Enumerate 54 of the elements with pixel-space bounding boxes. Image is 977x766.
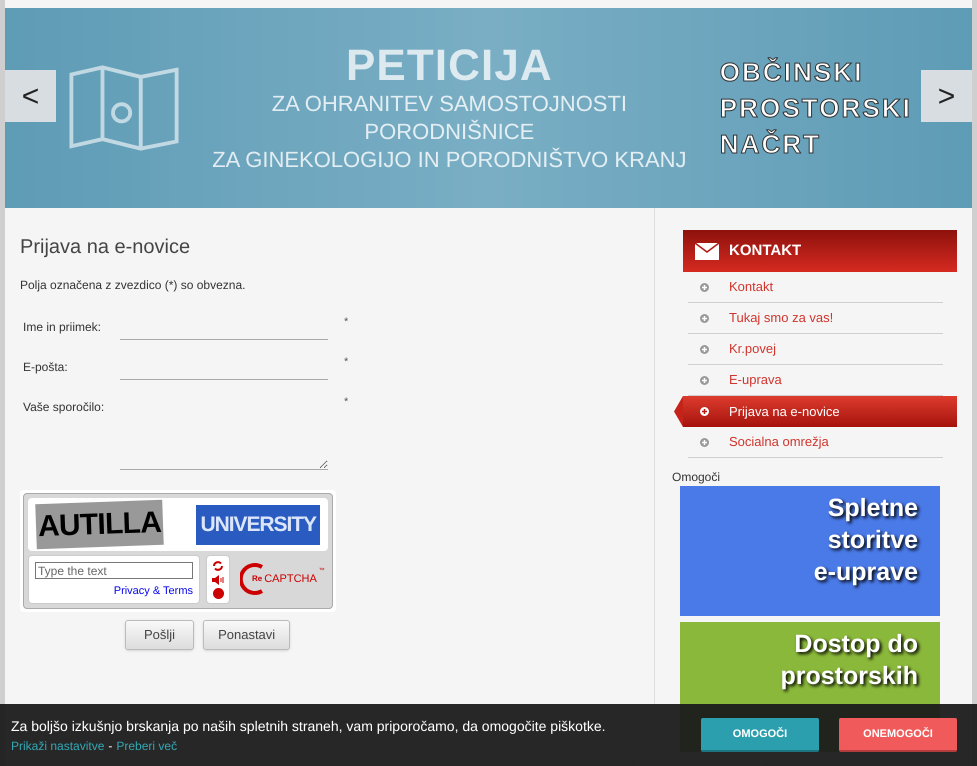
previous-slide-button[interactable]: < [5, 70, 56, 122]
section-title: KONTAKT [729, 240, 802, 261]
promo-text: storitve [828, 525, 918, 556]
menu-item[interactable]: Socialna omrežja [688, 427, 943, 458]
plus-icon [700, 344, 709, 354]
plus-icon [700, 438, 709, 446]
banner-text: ZA GINEKOLOGIJO IN PORODNIŠTVO KRANJ [212, 146, 687, 174]
plus-icon [700, 282, 709, 292]
link-separator: - [108, 738, 112, 754]
required-mark: * [344, 395, 348, 410]
form-button[interactable]: Pošlji [125, 620, 194, 650]
speaker-icon[interactable] [212, 574, 224, 585]
menu-item[interactable]: Kontakt [688, 272, 943, 303]
logo-prefix: Re [252, 573, 262, 586]
form-button[interactable]: Ponastavi [203, 620, 290, 650]
accept-button[interactable]: OMOGOČI [701, 718, 819, 752]
promo-caption: Omogoči [672, 469, 722, 486]
menu-item[interactable]: Tukaj smo za vas! [688, 303, 943, 334]
logo-text: CAPTCHA [264, 572, 317, 587]
banner-headline: NAČRT [720, 129, 822, 159]
read-more-link[interactable]: Preberi več [116, 736, 178, 754]
envelope-icon [695, 242, 719, 260]
promo-text: e-uprave [814, 557, 918, 588]
required-mark: * [344, 355, 348, 370]
banner-text: ZA OHRANITEV SAMOSTOJNOSTI [272, 90, 628, 118]
plus-icon [700, 407, 709, 416]
refresh-icon[interactable] [212, 560, 224, 572]
captcha-input[interactable]: Type the text [35, 562, 193, 579]
next-slide-button[interactable]: > [921, 70, 972, 122]
plus-icon [700, 376, 709, 384]
banner-headline: PROSTORSKI [720, 93, 912, 123]
banner-headline: OBČINSKI [720, 57, 865, 87]
captcha-word: UNIVERSITY [196, 504, 320, 544]
captcha-logo-icon [240, 561, 266, 598]
decline-button[interactable]: ONEMOGOČI [839, 718, 957, 752]
required-mark: * [344, 315, 348, 330]
promo-text: Spletne [828, 493, 918, 524]
field-label: E-pošta: [22, 359, 69, 376]
promo-text: prostorskih [780, 661, 918, 692]
banner-text: PORODNIŠNICE [364, 118, 534, 146]
promo-text: Dostop do [794, 629, 918, 660]
menu-item[interactable]: Kr.povej [688, 334, 943, 365]
privacy-terms-link[interactable]: Privacy & Terms [114, 583, 193, 600]
cookie-message: Za boljšo izkušnjo brskanja po naših spletnih straneh, vam priporočamo, da omogočite piškotke. [11, 716, 607, 736]
plus-icon [700, 314, 709, 322]
field-label: Ime in priimek: [22, 319, 102, 336]
field-label: Vaše sporočilo: [22, 399, 106, 416]
page-title: Prijava na e-novice [20, 235, 192, 260]
captcha-word: AUTILLA [35, 500, 164, 550]
settings-link[interactable]: Prikaži nastavitve [11, 736, 104, 754]
pointer-icon [674, 396, 683, 427]
promo-banner[interactable]: Spletne storitve e-uprave [680, 486, 940, 616]
required-note: Polja označena z zvezdico (*) so obvezna. [20, 277, 246, 294]
banner-headline: PETICIJA [346, 42, 553, 90]
